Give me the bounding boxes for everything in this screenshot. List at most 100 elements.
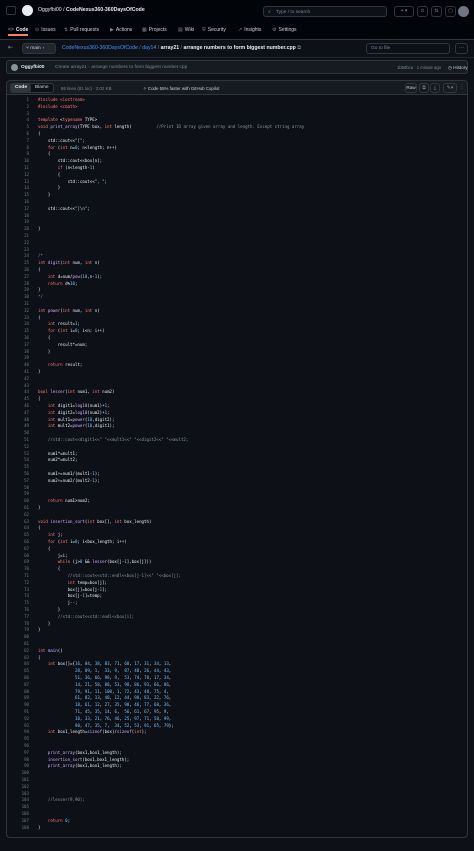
line-number[interactable]: 46 <box>11 403 29 410</box>
tab-insights[interactable]: ↗ Insights <box>238 24 261 36</box>
line-number[interactable]: 102 <box>11 784 29 791</box>
line-number[interactable]: 67 <box>11 546 29 553</box>
line-number[interactable]: 20 <box>11 226 29 233</box>
raw-button[interactable]: Raw <box>405 83 417 93</box>
line-number[interactable]: 55 <box>11 464 29 471</box>
inbox-icon[interactable]: ▢ <box>445 6 456 17</box>
line-number[interactable]: 80 <box>11 634 29 641</box>
line-number[interactable]: 63 <box>11 519 29 526</box>
line-number[interactable]: 96 <box>11 743 29 750</box>
line-number[interactable]: 75 <box>11 600 29 607</box>
line-number[interactable]: 86 <box>11 675 29 682</box>
line-number[interactable]: 66 <box>11 539 29 546</box>
line-number[interactable]: 68 <box>11 553 29 560</box>
line-number[interactable]: 70 <box>11 566 29 573</box>
line-number[interactable]: 34 <box>11 321 29 328</box>
line-number[interactable]: 27 <box>11 274 29 281</box>
issues-icon[interactable]: ⊙ <box>417 6 428 17</box>
menu-icon[interactable] <box>6 6 16 15</box>
line-number[interactable]: 77 <box>11 614 29 621</box>
code-tab[interactable]: Code <box>11 84 31 92</box>
sidebar-expand-icon[interactable]: ⇤ <box>8 44 18 53</box>
line-number[interactable]: 8 <box>11 145 29 152</box>
line-number[interactable]: 44 <box>11 389 29 396</box>
line-number[interactable]: 71 <box>11 573 29 580</box>
line-number[interactable]: 81 <box>11 641 29 648</box>
line-number[interactable]: 21 <box>11 233 29 240</box>
tab-actions[interactable]: ▶ Actions <box>110 24 132 36</box>
line-number[interactable]: 76 <box>11 607 29 614</box>
more-options-button[interactable]: ··· <box>455 43 468 54</box>
copilot-promo[interactable]: ✧ Code 55% faster with GitHub Copilot <box>143 86 219 92</box>
line-number[interactable]: 2 <box>11 104 29 111</box>
breadcrumb-repo[interactable]: CodeNexus360-360DaysOfCode <box>62 45 138 51</box>
line-number[interactable]: 52 <box>11 444 29 451</box>
copy-path-icon[interactable]: ⧉ <box>297 45 301 51</box>
line-number[interactable]: 25 <box>11 260 29 267</box>
copy-icon[interactable]: ⧉ <box>419 83 429 93</box>
line-number[interactable]: 64 <box>11 525 29 532</box>
line-number[interactable]: 101 <box>11 777 29 784</box>
line-number[interactable]: 90 <box>11 702 29 709</box>
line-number[interactable]: 14 <box>11 185 29 192</box>
line-number[interactable]: 108 <box>11 825 29 832</box>
line-number[interactable]: 103 <box>11 791 29 798</box>
line-number[interactable]: 26 <box>11 267 29 274</box>
line-number[interactable]: 65 <box>11 532 29 539</box>
line-number[interactable]: 93 <box>11 723 29 730</box>
tab-wiki[interactable]: ▤ Wiki <box>178 24 194 36</box>
tab-settings[interactable]: ⚙ Settings <box>272 24 297 36</box>
line-number[interactable]: 78 <box>11 621 29 628</box>
history-button[interactable]: ◷ History <box>448 65 468 71</box>
line-number[interactable]: 53 <box>11 451 29 458</box>
line-number[interactable]: 62 <box>11 512 29 519</box>
line-number[interactable]: 11 <box>11 165 29 172</box>
branch-selector[interactable]: ⑂ main ▾ <box>22 43 56 54</box>
line-number[interactable]: 95 <box>11 736 29 743</box>
line-number[interactable]: 79 <box>11 627 29 634</box>
create-new-button[interactable]: + ▾ <box>394 6 414 17</box>
line-number[interactable]: 72 <box>11 580 29 587</box>
line-number[interactable]: 12 <box>11 172 29 179</box>
line-number[interactable]: 28 <box>11 281 29 288</box>
commit-meta[interactable]: 1b58bca · 1 minute ago <box>397 65 441 70</box>
line-number[interactable]: 94 <box>11 729 29 736</box>
owner-link[interactable]: Oggyfbi00 <box>38 7 62 13</box>
line-number[interactable]: 84 <box>11 661 29 668</box>
line-number[interactable]: 89 <box>11 695 29 702</box>
line-number[interactable]: 92 <box>11 716 29 723</box>
commit-author[interactable]: Oggyfbi00 <box>21 65 44 70</box>
line-number[interactable]: 22 <box>11 240 29 247</box>
line-number[interactable]: 9 <box>11 151 29 158</box>
line-number[interactable]: 15 <box>11 192 29 199</box>
line-number[interactable]: 3 <box>11 111 29 118</box>
breadcrumb-dir[interactable]: day14 <box>142 45 156 51</box>
line-number[interactable]: 49 <box>11 423 29 430</box>
download-icon[interactable]: ⤓ <box>430 83 440 93</box>
tab-projects[interactable]: ▦ Projects <box>142 24 167 36</box>
line-number[interactable]: 99 <box>11 763 29 770</box>
line-number[interactable]: 36 <box>11 335 29 342</box>
line-number[interactable]: 16 <box>11 199 29 206</box>
line-number[interactable]: 18 <box>11 213 29 220</box>
pull-requests-icon[interactable]: ⇅ <box>431 6 442 17</box>
line-number[interactable]: 30 <box>11 294 29 301</box>
line-number[interactable]: 61 <box>11 505 29 512</box>
line-number[interactable]: 57 <box>11 478 29 485</box>
line-number[interactable]: 47 <box>11 410 29 417</box>
tab-issues[interactable]: ⊙ Issues <box>35 24 56 36</box>
line-number[interactable]: 38 <box>11 349 29 356</box>
line-number[interactable]: 31 <box>11 301 29 308</box>
tab-security[interactable]: ⛨ Security <box>202 24 226 36</box>
line-number[interactable]: 51 <box>11 437 29 444</box>
symbols-icon[interactable]: ⋮ <box>458 83 466 93</box>
edit-icon[interactable]: ✎▾ <box>443 83 457 93</box>
search-input[interactable]: ⌕ Type / to search <box>263 6 387 17</box>
line-number[interactable]: 5 <box>11 124 29 131</box>
line-number[interactable]: 42 <box>11 376 29 383</box>
line-number[interactable]: 37 <box>11 342 29 349</box>
line-number[interactable]: 107 <box>11 818 29 825</box>
line-number[interactable]: 50 <box>11 430 29 437</box>
github-logo-icon[interactable] <box>22 5 33 16</box>
line-number[interactable]: 35 <box>11 328 29 335</box>
